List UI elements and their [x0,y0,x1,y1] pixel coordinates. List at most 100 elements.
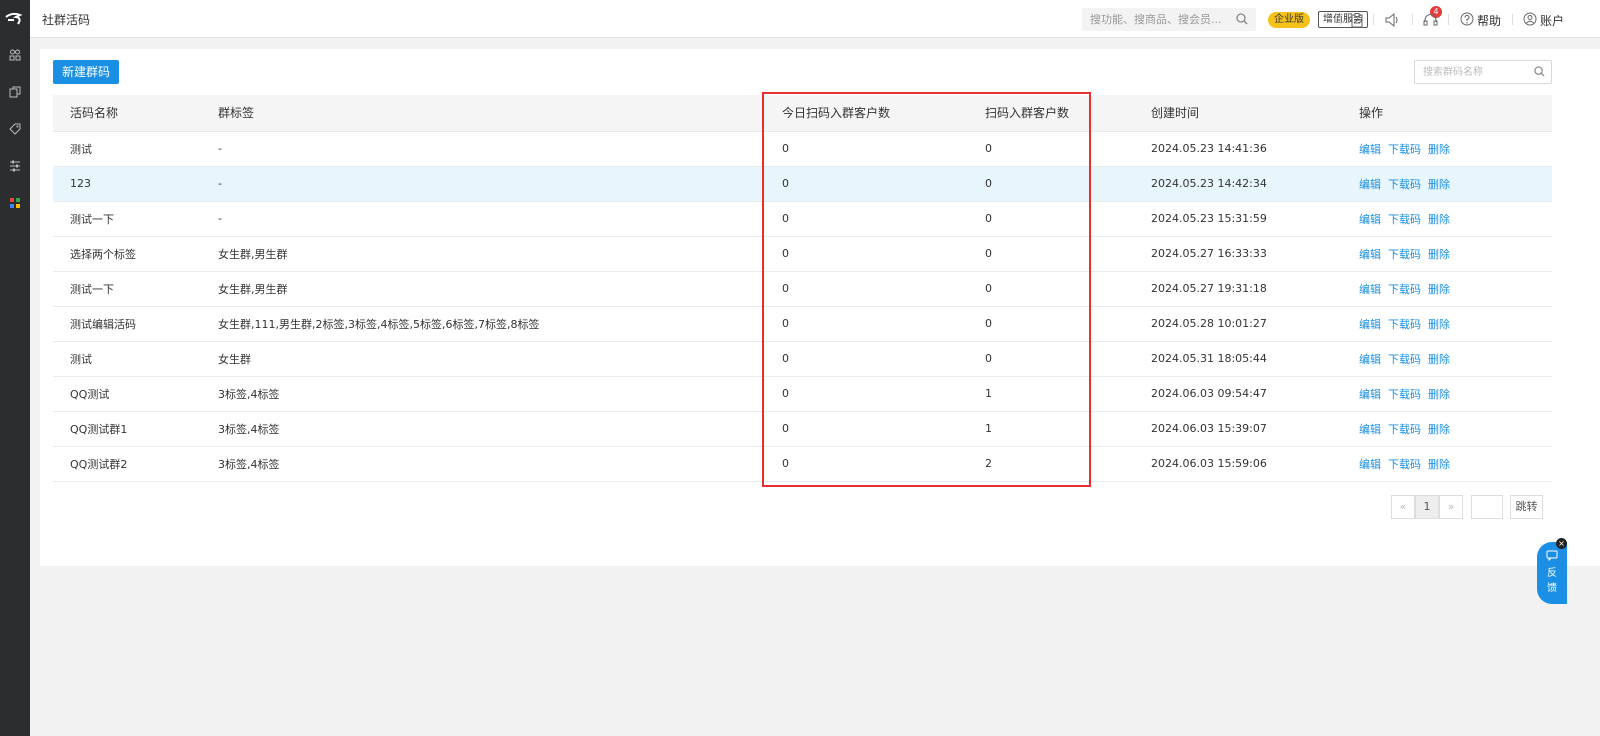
delete-link[interactable]: 删除 [1428,388,1450,401]
download-code-link[interactable]: 下载码 [1388,353,1421,366]
cell-actions: 编辑 下载码 删除 [1342,236,1552,271]
sidebar-item-customers[interactable] [0,44,30,68]
page-jump-input[interactable] [1471,495,1503,519]
download-code-link[interactable]: 下载码 [1388,458,1421,471]
download-code-link[interactable]: 下载码 [1388,248,1421,261]
column-header-actions: 操作 [1342,95,1552,132]
cell-today: 0 [782,387,789,400]
cell-created: 2024.05.23 14:42:34 [1151,177,1267,190]
question-icon [1460,12,1474,29]
edit-link[interactable]: 编辑 [1359,213,1381,226]
group-code-search[interactable] [1414,60,1552,84]
sidebar [0,0,30,736]
delete-link[interactable]: 删除 [1428,458,1450,471]
cell-created: 2024.06.03 15:39:07 [1151,422,1267,435]
divider [1412,14,1413,25]
delete-link[interactable]: 删除 [1428,213,1450,226]
sidebar-item-tags[interactable] [0,118,30,142]
feedback-close-button[interactable]: × [1556,538,1567,549]
search-icon[interactable] [1236,13,1248,28]
pagination-next-button[interactable]: » [1439,495,1463,519]
download-code-link[interactable]: 下载码 [1388,143,1421,156]
sidebar-item-apps[interactable] [0,192,30,216]
cell-actions: 编辑 下载码 删除 [1342,201,1552,236]
download-code-link[interactable]: 下载码 [1388,178,1421,191]
cell-today: 0 [782,422,789,435]
cell-name: QQ测试群1 [70,422,128,436]
download-code-link[interactable]: 下载码 [1388,388,1421,401]
delete-link[interactable]: 删除 [1428,283,1450,296]
cell-total: 0 [985,212,992,225]
pagination-prev-button[interactable]: « [1391,495,1415,519]
column-header-name: 活码名称 [53,95,201,132]
help-label: 帮助 [1477,14,1502,28]
group-code-search-input[interactable] [1423,65,1529,80]
account-link[interactable]: 账户 [1523,12,1564,29]
cell-total: 1 [985,387,992,400]
delete-link[interactable]: 删除 [1428,353,1450,366]
cell-total: 0 [985,282,992,295]
delete-link[interactable]: 删除 [1428,178,1450,191]
announcement-icon[interactable] [1382,10,1402,30]
user-icon [1523,12,1537,29]
logo-icon[interactable] [0,0,30,38]
cell-total: 1 [985,422,992,435]
table-row: 123 - 0 0 2024.05.23 14:42:34 编辑 下载码 删除 [53,166,1552,201]
copy-icon [9,86,21,101]
feedback-button[interactable]: 反 馈 [1537,542,1567,604]
download-code-link[interactable]: 下载码 [1388,318,1421,331]
cell-name: QQ测试 [70,387,110,401]
sidebar-item-settings[interactable] [0,155,30,179]
delete-link[interactable]: 删除 [1428,423,1450,436]
page-jump-button[interactable]: 跳转 [1510,495,1543,519]
sidebar-item-copy[interactable] [0,81,30,105]
delete-link[interactable]: 删除 [1428,318,1450,331]
pagination-page-1[interactable]: 1 [1415,495,1439,519]
cell-total: 0 [985,142,992,155]
cell-created: 2024.06.03 15:59:06 [1151,457,1267,470]
clipboard-icon[interactable] [1347,10,1367,30]
cell-total: 0 [985,352,992,365]
edit-link[interactable]: 编辑 [1359,143,1381,156]
edit-link[interactable]: 编辑 [1359,178,1381,191]
content-card: 新建群码 活码名称 群标签 今日扫码入群客户数 扫码入群客户数 创建时间 操作 … [40,49,1600,566]
feedback-label-1: 反 [1547,568,1557,579]
download-code-link[interactable]: 下载码 [1388,213,1421,226]
headset-icon[interactable] [1420,10,1440,30]
cell-name: 测试一下 [70,282,114,296]
table-row: 选择两个标签 女生群,男生群 0 0 2024.05.27 16:33:33 编… [53,236,1552,271]
cell-tags: 3标签,4标签 [218,422,280,436]
edit-link[interactable]: 编辑 [1359,248,1381,261]
edit-link[interactable]: 编辑 [1359,283,1381,296]
divider [1373,14,1374,25]
column-header-today-joined: 今日扫码入群客户数 [765,95,968,132]
cell-name: 测试 [70,352,92,366]
global-search-input[interactable] [1090,11,1230,28]
table-row: 测试 女生群 0 0 2024.05.31 18:05:44 编辑 下载码 删除 [53,341,1552,376]
help-link[interactable]: 帮助 [1460,12,1501,29]
table-row: QQ测试 3标签,4标签 0 1 2024.06.03 09:54:47 编辑下… [53,376,1552,411]
cell-name: 123 [70,177,91,190]
cell-actions: 编辑 下载码 删除 [1342,166,1552,201]
search-icon[interactable] [1534,66,1545,80]
column-header-total-joined: 扫码入群客户数 [968,95,1134,132]
new-group-code-button[interactable]: 新建群码 [53,60,119,84]
delete-link[interactable]: 删除 [1428,143,1450,156]
global-search[interactable] [1082,8,1256,31]
people-icon [9,49,21,64]
download-code-link[interactable]: 下载码 [1388,423,1421,436]
cell-today: 0 [782,317,789,330]
cell-actions: 编辑 下载码 删除 [1342,411,1552,446]
edit-link[interactable]: 编辑 [1359,318,1381,331]
delete-link[interactable]: 删除 [1428,248,1450,261]
chat-icon [1537,550,1567,564]
cell-tags: 3标签,4标签 [218,387,280,401]
cell-today: 0 [782,177,789,190]
edit-link[interactable]: 编辑 [1359,353,1381,366]
divider [1448,14,1449,25]
download-code-link[interactable]: 下载码 [1388,283,1421,296]
edit-link[interactable]: 编辑 [1359,423,1381,436]
divider [1512,14,1513,25]
edit-link[interactable]: 编辑 [1359,388,1381,401]
edit-link[interactable]: 编辑 [1359,458,1381,471]
